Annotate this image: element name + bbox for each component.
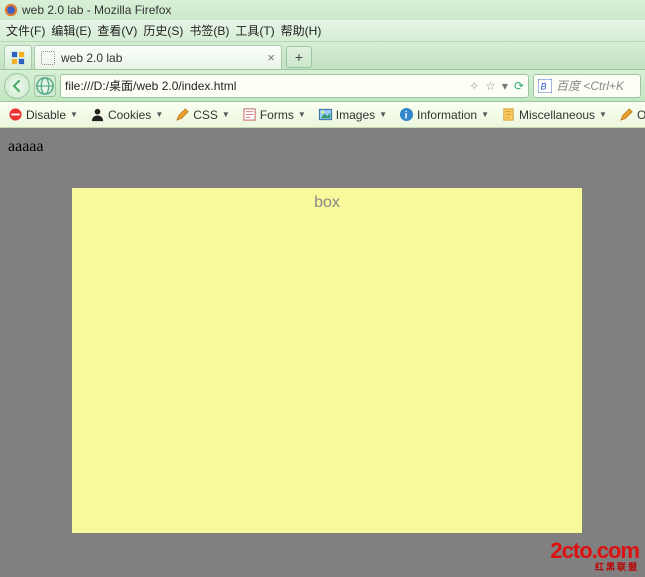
- info-icon: i: [399, 107, 414, 122]
- new-tab-button[interactable]: +: [286, 46, 312, 68]
- dev-cookies[interactable]: Cookies▼: [86, 107, 167, 122]
- page-text: aaaaa: [8, 138, 44, 156]
- pinned-tab[interactable]: [4, 45, 32, 69]
- tab-active[interactable]: web 2.0 lab ×: [34, 45, 282, 69]
- dev-outline[interactable]: Outline▼: [615, 107, 645, 122]
- dev-images[interactable]: Images▼: [314, 107, 391, 122]
- dev-miscellaneous[interactable]: Miscellaneous▼: [497, 107, 611, 122]
- firefox-icon: [4, 3, 18, 17]
- search-box[interactable]: B 百度 <Ctrl+K: [533, 74, 641, 98]
- menu-tools[interactable]: 工具(T): [235, 22, 274, 39]
- dev-css[interactable]: CSS▼: [171, 107, 234, 122]
- menu-file[interactable]: 文件(F): [6, 22, 45, 39]
- menu-edit[interactable]: 编辑(E): [51, 22, 91, 39]
- person-icon: [90, 107, 105, 122]
- tab-close-button[interactable]: ×: [267, 50, 275, 65]
- svg-text:i: i: [405, 110, 408, 121]
- favicon-placeholder-icon: [41, 51, 55, 65]
- feed-icon[interactable]: ✧: [469, 79, 479, 93]
- form-icon: [242, 107, 257, 122]
- tab-label: web 2.0 lab: [61, 51, 122, 65]
- pencil2-icon: [619, 107, 634, 122]
- clipboard-icon: [501, 107, 516, 122]
- search-placeholder: 百度 <Ctrl+K: [556, 77, 624, 94]
- navigation-toolbar: ✧ ☆ ▾ ⟳ B 百度 <Ctrl+K: [0, 70, 645, 102]
- svg-text:B: B: [541, 81, 547, 91]
- url-input[interactable]: [65, 79, 465, 93]
- identity-button[interactable]: [34, 75, 56, 97]
- tab-strip: web 2.0 lab × +: [0, 42, 645, 70]
- dev-information[interactable]: i Information▼: [395, 107, 493, 122]
- webdev-toolbar: Disable▼ Cookies▼ CSS▼ Forms▼ Images▼ i …: [0, 102, 645, 128]
- menu-history[interactable]: 历史(S): [143, 22, 183, 39]
- page-box: box: [72, 188, 582, 533]
- image-icon: [318, 107, 333, 122]
- window-titlebar: web 2.0 lab - Mozilla Firefox: [0, 0, 645, 20]
- bookmark-star-icon[interactable]: ☆: [485, 79, 496, 93]
- box-label: box: [314, 194, 340, 211]
- dev-disable[interactable]: Disable▼: [4, 107, 82, 122]
- page-viewport: aaaaa box 2cto.com 红黑联盟: [0, 128, 645, 577]
- url-bar[interactable]: ✧ ☆ ▾ ⟳: [60, 74, 529, 98]
- back-button[interactable]: [4, 73, 30, 99]
- menu-bar: 文件(F) 编辑(E) 查看(V) 历史(S) 书签(B) 工具(T) 帮助(H…: [0, 20, 645, 42]
- no-entry-icon: [8, 107, 23, 122]
- baidu-icon: B: [538, 79, 552, 93]
- reload-icon[interactable]: ⟳: [514, 79, 524, 93]
- dropdown-icon[interactable]: ▾: [502, 79, 508, 93]
- menu-bookmarks[interactable]: 书签(B): [189, 22, 229, 39]
- pencil-icon: [175, 107, 190, 122]
- menu-help[interactable]: 帮助(H): [281, 22, 322, 39]
- menu-view[interactable]: 查看(V): [97, 22, 137, 39]
- watermark: 2cto.com 红黑联盟: [550, 538, 639, 573]
- dev-forms[interactable]: Forms▼: [238, 107, 310, 122]
- urlbar-right-icons: ✧ ☆ ▾ ⟳: [469, 79, 524, 93]
- window-title: web 2.0 lab - Mozilla Firefox: [22, 3, 171, 17]
